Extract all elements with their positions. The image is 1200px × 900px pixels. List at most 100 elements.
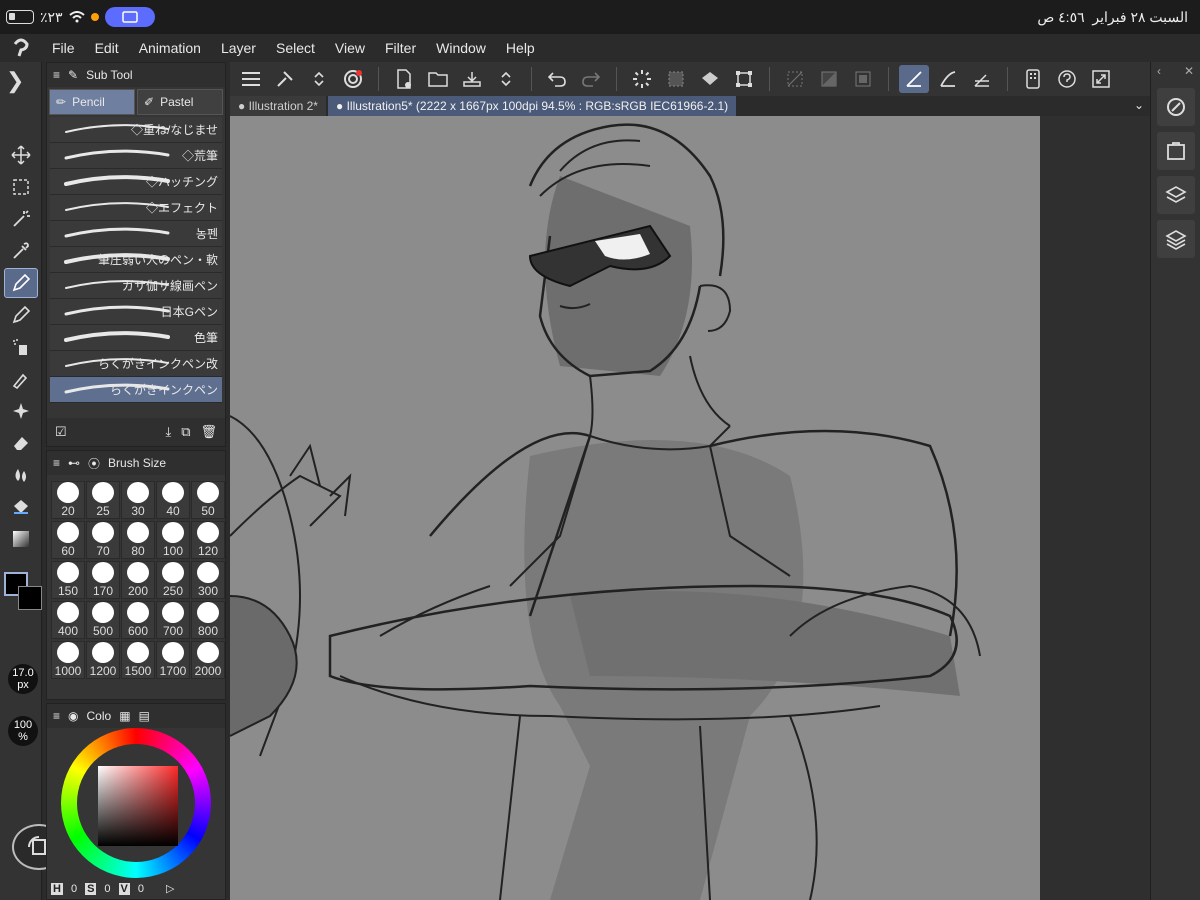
tool-property-icon[interactable]: ⊷: [68, 456, 80, 470]
subtab-pencil[interactable]: ✏ Pencil: [49, 89, 135, 115]
brush-size-preset[interactable]: 150: [51, 561, 85, 599]
layers-icon[interactable]: [1156, 220, 1195, 258]
brush-item[interactable]: ガサ伽サ線画ペン: [50, 273, 222, 299]
gradient-tool-icon[interactable]: [4, 524, 38, 554]
menu-animation[interactable]: Animation: [129, 34, 211, 62]
trash-icon[interactable]: 🗑: [200, 424, 217, 440]
color-history-tab-icon[interactable]: ▤: [139, 709, 150, 723]
chevron-left-icon[interactable]: ‹: [1157, 64, 1161, 80]
tab-illustration-5[interactable]: ● Illustration5* (2222 x 1667px 100dpi 9…: [327, 96, 737, 116]
help-icon[interactable]: [1052, 65, 1082, 93]
brush-size-preset[interactable]: 1700: [156, 641, 190, 679]
panel-menu-icon[interactable]: ≡: [53, 709, 60, 723]
clear-selection-icon[interactable]: [661, 65, 691, 93]
opacity-indicator[interactable]: 100 %: [8, 716, 38, 746]
snap-special-ruler-icon[interactable]: [933, 65, 963, 93]
sub-tool-settings-icon[interactable]: ☑: [55, 424, 67, 440]
menu-edit[interactable]: Edit: [85, 34, 129, 62]
brush-item[interactable]: らくがきインクペン: [50, 377, 222, 403]
color-wheel-tab-icon[interactable]: ◉: [68, 709, 78, 723]
brush-item[interactable]: ◇エフェクト: [50, 195, 222, 221]
undo-icon[interactable]: [542, 65, 572, 93]
saturation-value-square[interactable]: [98, 766, 178, 846]
eraser-icon[interactable]: [4, 428, 38, 458]
selection-tool-icon[interactable]: [4, 172, 38, 202]
brush-item[interactable]: 筆圧弱い人のペン・軟: [50, 247, 222, 273]
fill-bucket-icon[interactable]: [4, 492, 38, 522]
redo-icon[interactable]: [576, 65, 606, 93]
panel-menu-icon[interactable]: ≡: [53, 68, 60, 82]
brush-size-preset[interactable]: 500: [86, 601, 120, 639]
snap-grid-icon[interactable]: [967, 65, 997, 93]
save-icon[interactable]: [457, 65, 487, 93]
import-icon[interactable]: ⤓: [165, 424, 171, 440]
drawing-canvas[interactable]: [230, 116, 1040, 900]
brush-item[interactable]: ◇荒筆: [50, 143, 222, 169]
brush-size-preset[interactable]: 25: [86, 481, 120, 519]
menu-hamburger-icon[interactable]: [236, 65, 266, 93]
brush-size-preset[interactable]: 30: [121, 481, 155, 519]
menu-layer[interactable]: Layer: [211, 34, 266, 62]
app-logo-icon[interactable]: [0, 38, 42, 58]
snap-ruler-icon[interactable]: [899, 65, 929, 93]
layer-property-icon[interactable]: [1156, 176, 1195, 214]
crop-selection-icon[interactable]: [848, 65, 878, 93]
airbrush-icon[interactable]: [4, 332, 38, 362]
pen-tool-icon[interactable]: [4, 268, 38, 298]
loading-spinner-icon[interactable]: [627, 65, 657, 93]
brush-size-preset[interactable]: 20: [51, 481, 85, 519]
brush-size-indicator[interactable]: 17.0 px: [8, 664, 38, 694]
new-file-icon[interactable]: [389, 65, 419, 93]
fill-icon[interactable]: [695, 65, 725, 93]
fullscreen-icon[interactable]: [1086, 65, 1116, 93]
brush-item[interactable]: らくがきインクペン改: [50, 351, 222, 377]
menu-select[interactable]: Select: [266, 34, 325, 62]
brush-size-preset[interactable]: 80: [121, 521, 155, 559]
brush-size-preset[interactable]: 2000: [191, 641, 225, 679]
navigator-icon[interactable]: [1156, 88, 1195, 126]
menu-window[interactable]: Window: [426, 34, 496, 62]
brush-size-preset[interactable]: 1000: [51, 641, 85, 679]
brush-size-preset[interactable]: 250: [156, 561, 190, 599]
eyedropper-icon[interactable]: [4, 236, 38, 266]
decoration-tool-icon[interactable]: [4, 364, 38, 394]
background-color-swatch[interactable]: [18, 586, 42, 610]
app-swirl-icon[interactable]: [338, 65, 368, 93]
transform-icon[interactable]: [729, 65, 759, 93]
screen-share-pill[interactable]: [104, 7, 155, 27]
move-tool-icon[interactable]: [4, 140, 38, 170]
blend-tool-icon[interactable]: [4, 460, 38, 490]
chevron-down-icon[interactable]: ⌄: [1134, 98, 1144, 112]
brush-size-preset[interactable]: 200: [121, 561, 155, 599]
brush-size-preset[interactable]: 700: [156, 601, 190, 639]
chevron-updown-icon[interactable]: [304, 65, 334, 93]
play-icon[interactable]: ▷: [166, 882, 174, 895]
selection-mask-icon[interactable]: [814, 65, 844, 93]
brush-size-preset[interactable]: 60: [51, 521, 85, 559]
brush-size-preset[interactable]: 1500: [121, 641, 155, 679]
brush-size-preset[interactable]: 70: [86, 521, 120, 559]
menu-help[interactable]: Help: [496, 34, 545, 62]
brush-item[interactable]: 日本Gペン: [50, 299, 222, 325]
brush-item[interactable]: ◇ハッチング: [50, 169, 222, 195]
brush-size-preset[interactable]: 1200: [86, 641, 120, 679]
menu-file[interactable]: File: [42, 34, 85, 62]
brush-item[interactable]: ◇重ね/なじませ: [50, 117, 222, 143]
brush-size-preset[interactable]: 800: [191, 601, 225, 639]
companion-device-icon[interactable]: [1018, 65, 1048, 93]
magic-wand-icon[interactable]: [4, 204, 38, 234]
brush-size-preset[interactable]: 170: [86, 561, 120, 599]
brush-size-preset[interactable]: 40: [156, 481, 190, 519]
subtab-pastel[interactable]: ✐ Pastel: [137, 89, 223, 115]
collapse-sidebar-icon[interactable]: ❯: [6, 68, 24, 94]
brush-size-preset[interactable]: 600: [121, 601, 155, 639]
material-library-icon[interactable]: [1156, 132, 1195, 170]
hide-selection-icon[interactable]: [780, 65, 810, 93]
brush-size-preset[interactable]: 300: [191, 561, 225, 599]
color-wheel[interactable]: [61, 728, 211, 878]
brush-size-preset[interactable]: 100: [156, 521, 190, 559]
brush-size-preset[interactable]: 120: [191, 521, 225, 559]
brush-size-preset[interactable]: 50: [191, 481, 225, 519]
menu-view[interactable]: View: [325, 34, 375, 62]
chevron-updown-icon[interactable]: [491, 65, 521, 93]
